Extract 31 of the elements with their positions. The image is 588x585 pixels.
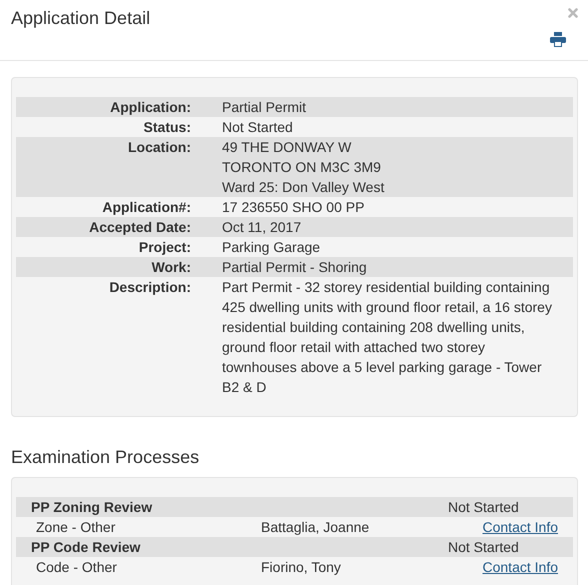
field-value: Partial Permit	[222, 98, 308, 117]
field-label: Location:	[127, 138, 191, 157]
field-value: 17 236550 SHO 00 PP	[222, 198, 366, 217]
field-label: Project:	[138, 238, 191, 257]
process-name: PP Zoning Review	[30, 498, 154, 517]
process-status: Not Started	[448, 498, 520, 517]
section-heading: Examination Processes	[11, 447, 200, 467]
process-type: Code - Other	[35, 558, 118, 577]
field-value: Ward 25: Don Valley West	[222, 178, 386, 197]
process-status: Not Started	[448, 538, 520, 557]
dialog-title: Application Detail	[11, 8, 150, 30]
contact-link[interactable]: Contact Info	[482, 557, 573, 577]
field-label: Status:	[142, 118, 191, 137]
field-value: Not Started	[222, 118, 294, 137]
field-label: Work:	[150, 258, 191, 277]
examiner-name: Fiorino, Tony	[261, 558, 342, 577]
field-label: Application:	[109, 98, 191, 117]
field-label: Application#:	[101, 198, 191, 217]
field-label: Description:	[108, 278, 191, 297]
printer-icon[interactable]	[550, 32, 566, 47]
field-value: TORONTO ON M3C 3M9	[222, 158, 382, 177]
process-name: PP Code Review	[30, 538, 142, 557]
process-type: Zone - Other	[35, 518, 116, 537]
examiner-name: Battaglia, Joanne	[261, 518, 370, 537]
field-label: Accepted Date:	[88, 218, 191, 237]
contact-link[interactable]: Contact Info	[482, 517, 573, 537]
field-value: Oct 11, 2017	[222, 218, 302, 237]
field-value: Partial Permit - Shoring	[222, 258, 368, 277]
field-value: Part Permit - 32 storey residential building containing 425 dwelling units with ground floor retail, a 16 storey residential building containing 208 dwelling units, ground floor retail with attached two storey townhouses above a 5 level parking garage - Tower B2 & D	[222, 278, 552, 397]
field-value: Parking Garage	[222, 238, 322, 257]
field-value: 49 THE DONWAY W	[222, 138, 352, 157]
